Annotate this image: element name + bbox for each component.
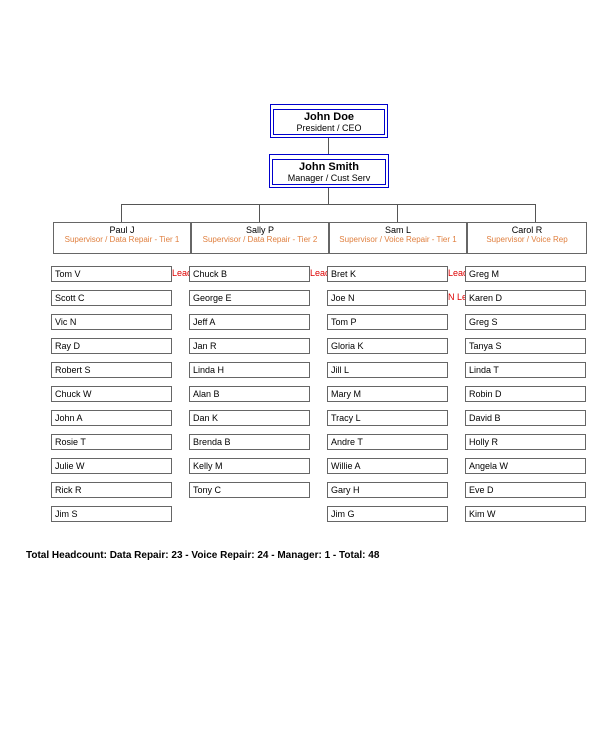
employee-box: Jeff A bbox=[189, 314, 310, 330]
supervisor-title: Supervisor / Voice Repair - Tier 1 bbox=[330, 235, 466, 244]
employee-box: Willie A bbox=[327, 458, 448, 474]
employee-box: Julie W bbox=[51, 458, 172, 474]
employee-box: Chuck B bbox=[189, 266, 310, 282]
employee-box: Holly R bbox=[465, 434, 586, 450]
supervisor-box: Paul JSupervisor / Data Repair - Tier 1 bbox=[53, 222, 191, 254]
supervisor-name: Carol R bbox=[468, 225, 586, 235]
employee-box: Tony C bbox=[189, 482, 310, 498]
manager-title: Manager / Cust Serv bbox=[273, 173, 385, 183]
employee-box: Alan B bbox=[189, 386, 310, 402]
ceo-box: John Doe President / CEO bbox=[270, 104, 388, 138]
employee-box: David B bbox=[465, 410, 586, 426]
employee-box: Karen D bbox=[465, 290, 586, 306]
supervisor-name: Paul J bbox=[54, 225, 190, 235]
employee-box: Dan K bbox=[189, 410, 310, 426]
employee-box: Linda H bbox=[189, 362, 310, 378]
employee-box: Tom V bbox=[51, 266, 172, 282]
employee-box: Jan R bbox=[189, 338, 310, 354]
employee-box: Ray D bbox=[51, 338, 172, 354]
manager-box: John Smith Manager / Cust Serv bbox=[269, 154, 389, 188]
employee-box: Jim G bbox=[327, 506, 448, 522]
employee-box: George E bbox=[189, 290, 310, 306]
employee-box: John A bbox=[51, 410, 172, 426]
employee-box: Eve D bbox=[465, 482, 586, 498]
employee-box: Vic N bbox=[51, 314, 172, 330]
employee-box: Angela W bbox=[465, 458, 586, 474]
employee-box: Jim S bbox=[51, 506, 172, 522]
employee-box: Rick R bbox=[51, 482, 172, 498]
employee-box: Joe N bbox=[327, 290, 448, 306]
employee-box: Linda T bbox=[465, 362, 586, 378]
employee-box: Jill L bbox=[327, 362, 448, 378]
employee-box: Greg S bbox=[465, 314, 586, 330]
employee-box: Scott C bbox=[51, 290, 172, 306]
employee-box: Mary M bbox=[327, 386, 448, 402]
manager-inner: John Smith Manager / Cust Serv bbox=[272, 159, 386, 185]
supervisor-title: Supervisor / Voice Rep bbox=[468, 235, 586, 244]
supervisor-box: Sally PSupervisor / Data Repair - Tier 2 bbox=[191, 222, 329, 254]
employee-box: Gloria K bbox=[327, 338, 448, 354]
employee-box: Tom P bbox=[327, 314, 448, 330]
employee-box: Andre T bbox=[327, 434, 448, 450]
employee-box: Tanya S bbox=[465, 338, 586, 354]
summary-text: Total Headcount: Data Repair: 23 - Voice… bbox=[26, 550, 379, 561]
supervisor-box: Carol RSupervisor / Voice Rep bbox=[467, 222, 587, 254]
employee-box: Bret K bbox=[327, 266, 448, 282]
ceo-name: John Doe bbox=[274, 111, 384, 123]
employee-box: Robert S bbox=[51, 362, 172, 378]
ceo-inner: John Doe President / CEO bbox=[273, 109, 385, 135]
employee-box: Robin D bbox=[465, 386, 586, 402]
employee-box: Greg M bbox=[465, 266, 586, 282]
ceo-title: President / CEO bbox=[274, 123, 384, 133]
employee-box: Kim W bbox=[465, 506, 586, 522]
employee-box: Chuck W bbox=[51, 386, 172, 402]
employee-box: Brenda B bbox=[189, 434, 310, 450]
supervisor-title: Supervisor / Data Repair - Tier 1 bbox=[54, 235, 190, 244]
employee-box: Kelly M bbox=[189, 458, 310, 474]
supervisor-box: Sam LSupervisor / Voice Repair - Tier 1 bbox=[329, 222, 467, 254]
employee-box: Gary H bbox=[327, 482, 448, 498]
supervisor-name: Sam L bbox=[330, 225, 466, 235]
employee-box: Rosie T bbox=[51, 434, 172, 450]
supervisor-name: Sally P bbox=[192, 225, 328, 235]
employee-box: Tracy L bbox=[327, 410, 448, 426]
manager-name: John Smith bbox=[273, 161, 385, 173]
supervisor-title: Supervisor / Data Repair - Tier 2 bbox=[192, 235, 328, 244]
